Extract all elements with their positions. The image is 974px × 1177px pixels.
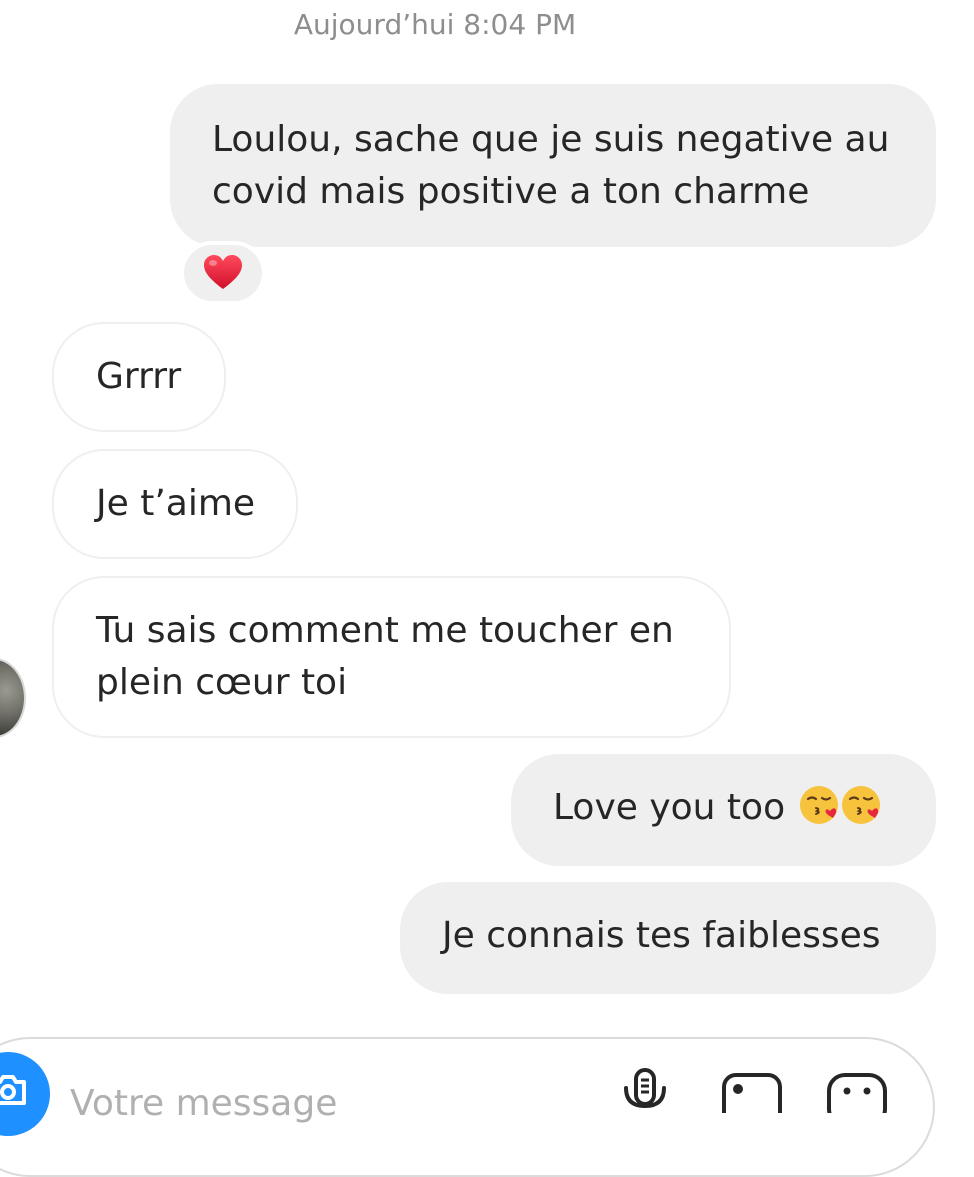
message-line: Love you too	[553, 782, 906, 834]
message-text: Love you too	[553, 787, 797, 828]
sent-message-bubble[interactable]: Loulou, sache que je suis negative au co…	[170, 84, 936, 247]
kiss-emoji-icon	[841, 786, 880, 824]
received-message-bubble[interactable]: Tu sais comment me toucher en plein cœur…	[52, 576, 731, 738]
message-reaction[interactable]	[180, 241, 266, 305]
sent-message-bubble[interactable]: Je connais tes faiblesses	[400, 882, 936, 994]
message-line: Je t’aime	[96, 483, 256, 524]
message-input[interactable]	[70, 1078, 590, 1128]
red-heart-icon	[204, 255, 242, 289]
microphone-icon[interactable]	[622, 1068, 668, 1108]
sticker-icon[interactable]	[827, 1073, 887, 1113]
message-line: plein cœur toi	[96, 662, 348, 703]
contact-avatar[interactable]	[0, 658, 26, 738]
sent-message-bubble[interactable]: Love you too	[511, 754, 936, 866]
message-line: Loulou, sache que je suis negative au	[212, 119, 890, 160]
message-line: Je connais tes faiblesses	[442, 915, 881, 956]
message-line: Tu sais comment me toucher en	[96, 610, 674, 651]
message-line: Grrrr	[96, 356, 182, 397]
kiss-emoji-icon	[799, 786, 838, 824]
received-message-bubble[interactable]: Je t’aime	[52, 449, 298, 559]
received-message-bubble[interactable]: Grrrr	[52, 322, 226, 432]
timestamp: Aujourd’hui 8:04 PM	[293, 8, 577, 41]
message-line: covid mais positive a ton charme	[212, 171, 810, 212]
gallery-icon[interactable]	[722, 1073, 782, 1113]
